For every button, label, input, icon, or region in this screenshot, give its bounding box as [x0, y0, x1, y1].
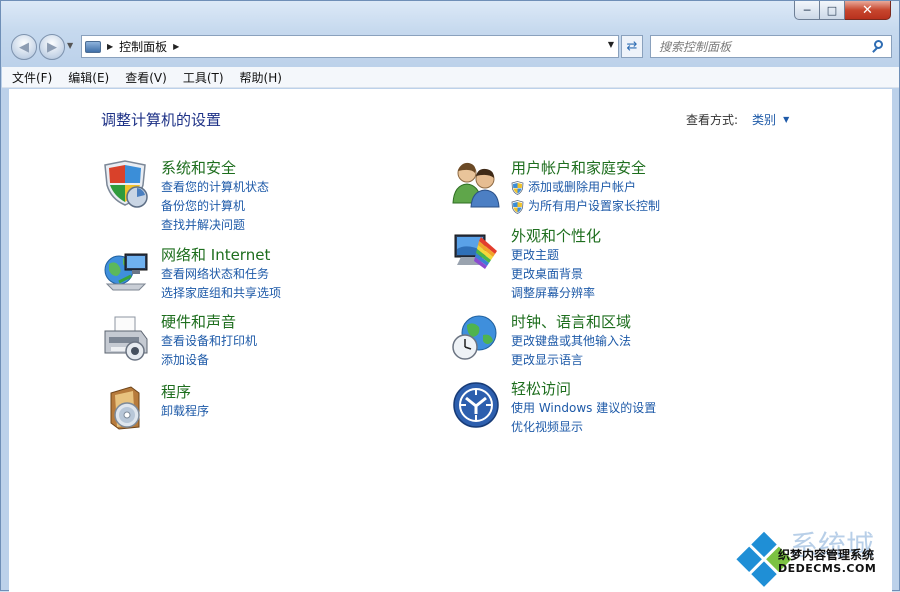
maximize-icon: □: [826, 3, 838, 17]
uac-shield-icon: [511, 180, 524, 195]
ease-of-access-icon[interactable]: [451, 380, 501, 430]
clock-globe-icon[interactable]: [451, 313, 501, 363]
address-dropdown-icon[interactable]: ▼: [608, 40, 614, 49]
menu-tools[interactable]: 工具(T): [183, 69, 224, 86]
forward-arrow-icon: ▶: [47, 39, 57, 55]
task-link[interactable]: 更改键盘或其他输入法: [511, 332, 831, 351]
task-link[interactable]: 添加设备: [161, 351, 481, 370]
forward-button[interactable]: ▶: [39, 34, 65, 60]
category-title[interactable]: 系统和安全: [161, 159, 481, 178]
breadcrumb-control-panel[interactable]: 控制面板: [119, 38, 167, 55]
search-icon[interactable]: [870, 38, 888, 56]
breadcrumb-chevron-icon[interactable]: ▶: [173, 42, 179, 51]
chevron-down-icon[interactable]: ▼: [783, 115, 789, 124]
breadcrumb-chevron-icon[interactable]: ▶: [107, 42, 113, 51]
recent-pages-dropdown-icon[interactable]: ▼: [67, 41, 73, 50]
control-panel-window: ─ □ ✕ ◀ ▶ ▼ ▶ 控制面板 ▶ ▼ ⇄ 搜索控制面板 文件(F) 编辑…: [0, 0, 900, 592]
address-bar[interactable]: ▶ 控制面板 ▶ ▼: [81, 35, 619, 58]
control-panel-icon: [85, 40, 101, 53]
network-icon[interactable]: [101, 246, 151, 296]
printer-icon[interactable]: [101, 313, 151, 363]
maximize-button[interactable]: □: [820, 1, 845, 20]
watermark-line1: 织梦内容管理系统: [778, 548, 875, 562]
watermark: 系统城 织梦内容管理系统 DEDECMS.COM: [732, 529, 892, 592]
category-title[interactable]: 轻松访问: [511, 380, 831, 399]
task-link-text[interactable]: 添加或删除用户帐户: [528, 178, 636, 197]
task-link[interactable]: 为所有用户设置家长控制: [511, 197, 831, 216]
task-link[interactable]: 优化视频显示: [511, 418, 831, 437]
navigation-bar: ◀ ▶ ▼ ▶ 控制面板 ▶ ▼ ⇄: [1, 29, 899, 63]
search-input[interactable]: [651, 36, 870, 57]
menu-view[interactable]: 查看(V): [125, 69, 167, 86]
menu-edit[interactable]: 编辑(E): [68, 69, 109, 86]
shield-icon[interactable]: [101, 159, 151, 209]
task-link[interactable]: 查找并解决问题: [161, 216, 481, 235]
category-title[interactable]: 用户帐户和家庭安全: [511, 159, 831, 178]
view-by-dropdown[interactable]: 类别: [752, 111, 776, 128]
task-link[interactable]: 卸载程序: [161, 402, 481, 421]
appearance-icon[interactable]: [451, 227, 501, 277]
category-title[interactable]: 外观和个性化: [511, 227, 831, 246]
search-box: [650, 35, 892, 58]
menu-help[interactable]: 帮助(H): [240, 69, 282, 86]
view-by-label: 查看方式:: [686, 113, 739, 127]
task-link[interactable]: 备份您的计算机: [161, 197, 481, 216]
task-link[interactable]: 更改主题: [511, 246, 831, 265]
page-title: 调整计算机的设置: [101, 111, 222, 129]
close-button[interactable]: ✕: [845, 1, 891, 20]
category-title[interactable]: 硬件和声音: [161, 313, 481, 332]
watermark-line2: DEDECMS.COM: [778, 562, 877, 575]
view-by: 查看方式: 类别 ▼: [686, 111, 789, 128]
main-content: 调整计算机的设置 查看方式: 类别 ▼ 系统和安全 查看您的计算机状态 备份您的…: [9, 89, 892, 592]
refresh-button[interactable]: ⇄: [621, 35, 643, 58]
menu-file[interactable]: 文件(F): [12, 69, 52, 86]
minimize-icon: ─: [803, 3, 811, 17]
task-link[interactable]: 添加或删除用户帐户: [511, 178, 831, 197]
category-title[interactable]: 时钟、语言和区域: [511, 313, 831, 332]
minimize-button[interactable]: ─: [794, 1, 820, 20]
task-link[interactable]: 查看设备和打印机: [161, 332, 481, 351]
back-button[interactable]: ◀: [11, 34, 37, 60]
category-title[interactable]: 网络和 Internet: [161, 246, 481, 265]
caption-buttons: ─ □ ✕: [794, 1, 891, 21]
task-link[interactable]: 使用 Windows 建议的设置: [511, 399, 831, 418]
close-icon: ✕: [862, 2, 873, 18]
menu-bar: 文件(F) 编辑(E) 查看(V) 工具(T) 帮助(H): [2, 67, 899, 88]
uac-shield-icon: [511, 199, 524, 214]
task-link[interactable]: 更改桌面背景: [511, 265, 831, 284]
task-link[interactable]: 更改显示语言: [511, 351, 831, 370]
task-link[interactable]: 选择家庭组和共享选项: [161, 284, 481, 303]
refresh-icon: ⇄: [626, 39, 638, 54]
task-link[interactable]: 调整屏幕分辨率: [511, 284, 831, 303]
category-title[interactable]: 程序: [161, 383, 481, 402]
task-link-text[interactable]: 为所有用户设置家长控制: [528, 197, 660, 216]
users-icon[interactable]: [451, 159, 501, 209]
task-link[interactable]: 查看网络状态和任务: [161, 265, 481, 284]
back-arrow-icon: ◀: [19, 39, 29, 55]
task-link[interactable]: 查看您的计算机状态: [161, 178, 481, 197]
programs-icon[interactable]: [101, 383, 151, 433]
